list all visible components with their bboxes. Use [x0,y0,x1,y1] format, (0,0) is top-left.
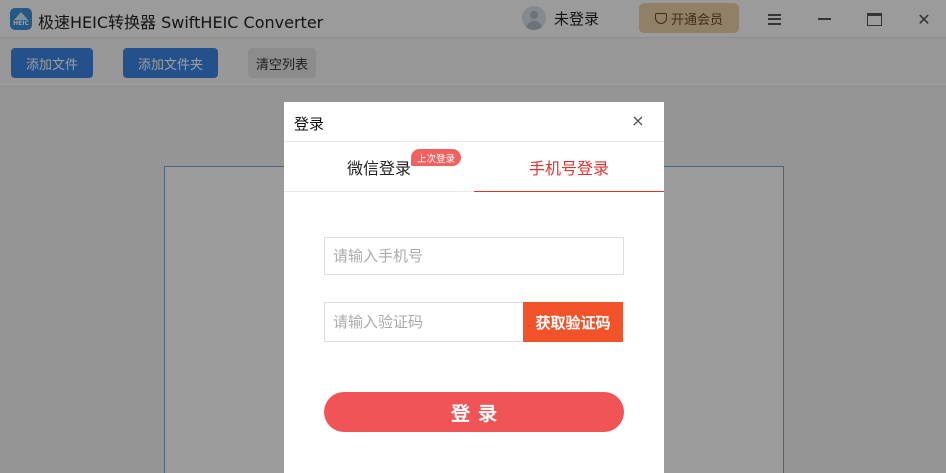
tab-phone-login[interactable]: 手机号登录 [474,142,664,192]
phone-input[interactable] [324,237,624,275]
login-dialog: 登录 × 微信登录 上次登录 手机号登录 获取验证码 登录 [284,102,664,473]
dialog-close-icon[interactable]: × [630,113,646,129]
tab-wechat-label: 微信登录 [346,159,411,178]
last-login-badge: 上次登录 [411,149,462,166]
login-tabs: 微信登录 上次登录 手机号登录 [284,142,664,192]
dialog-header: 登录 × [284,102,664,142]
login-button[interactable]: 登录 [324,392,624,432]
get-code-button[interactable]: 获取验证码 [523,302,623,342]
tab-phone-label: 手机号登录 [528,158,609,178]
verification-code-input[interactable] [324,302,524,342]
dialog-title: 登录 [294,115,325,133]
